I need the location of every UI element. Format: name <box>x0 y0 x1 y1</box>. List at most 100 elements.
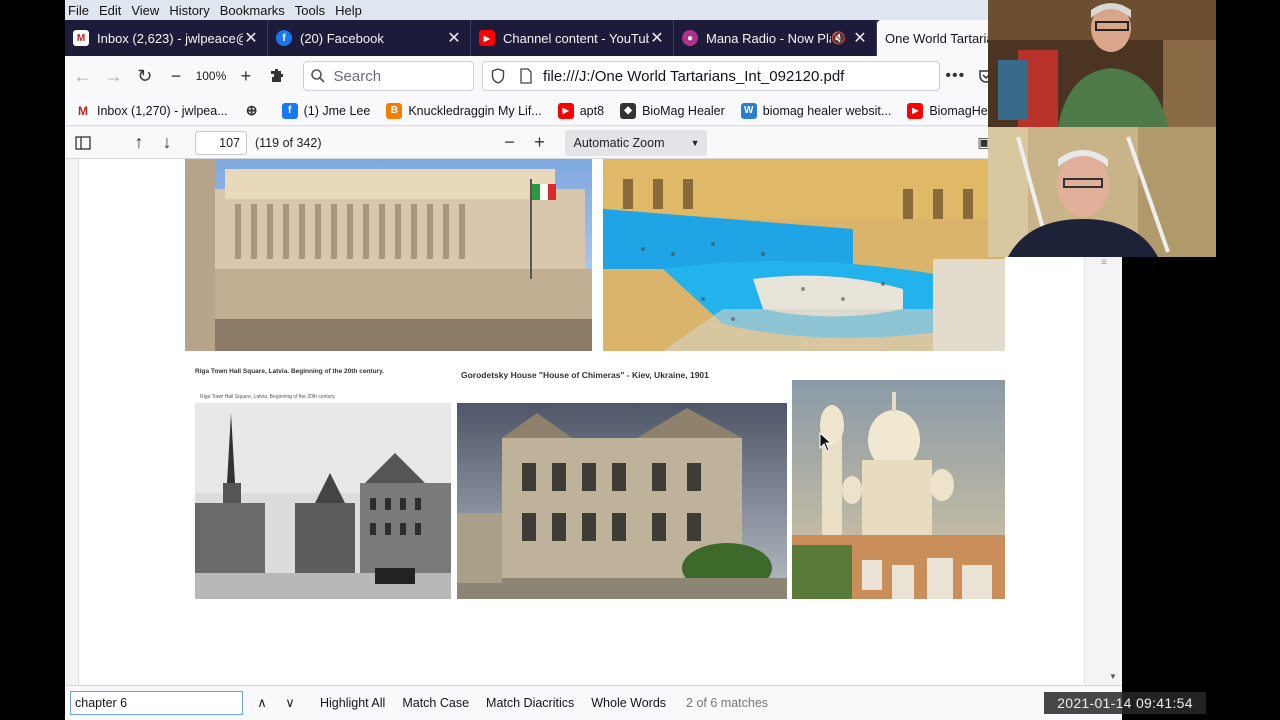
match-case-checkbox[interactable]: Match Case <box>402 696 469 710</box>
menu-bookmarks[interactable]: Bookmarks <box>217 3 292 18</box>
tab-gmail-inbox[interactable]: M Inbox (2,623) - jwlpeace@ ✕ <box>65 20 268 56</box>
find-next-button[interactable]: ∨ <box>277 691 303 715</box>
cube-icon: ◆ <box>620 102 637 119</box>
mute-icon[interactable]: 🔇 <box>831 31 846 45</box>
gmail-icon: M <box>75 102 91 119</box>
riga-caption-small: Riga Town Hall Square, Latvia. Beginning… <box>200 394 336 400</box>
bookmark-knuckledraggin[interactable]: B Knuckledraggin My Lif... <box>386 102 542 119</box>
house-of-chimeras-photo <box>457 403 787 599</box>
back-button[interactable]: ← <box>67 60 98 92</box>
match-diacritics-checkbox[interactable]: Match Diacritics <box>486 696 574 710</box>
find-previous-button[interactable]: ∧ <box>249 691 275 715</box>
riga-caption: Riga Town Hall Square, Latvia. Beginning… <box>195 368 385 375</box>
zoom-out-button[interactable]: − <box>160 60 191 92</box>
thermal-bath-photo <box>603 159 1005 351</box>
facebook-icon: f <box>276 30 292 46</box>
tab-title: Inbox (2,623) - jwlpeace@ <box>97 30 243 46</box>
menu-file[interactable]: File <box>65 3 96 18</box>
bookmark-label: Inbox (1,270) - jwlpea... <box>97 103 228 118</box>
search-placeholder: Search <box>333 67 382 85</box>
close-icon[interactable]: ✕ <box>649 28 665 48</box>
bookmarks-bar: M Inbox (1,270) - jwlpea... ⊕ f (1) Jme … <box>65 96 1122 126</box>
navigation-toolbar: ← → ↻ − 100% + Search file:///J:/One Wor… <box>65 56 1122 96</box>
close-icon[interactable]: ✕ <box>243 28 259 48</box>
blogger-icon: B <box>386 102 403 119</box>
screen-recording: File Edit View History Bookmarks Tools H… <box>0 0 1280 720</box>
bookmark-biomag-healer[interactable]: ◆ BioMag Healer <box>620 102 725 119</box>
mana-radio-icon: ● <box>682 30 698 46</box>
sacre-coeur-photo <box>792 380 1005 599</box>
bookmark-jme-lee[interactable]: f (1) Jme Lee <box>281 102 371 119</box>
bookmark-label: BioMag Healer <box>642 103 725 118</box>
find-bar: chapter 6 ∧ ∨ Highlight All Match Case M… <box>65 685 1122 720</box>
url-bar[interactable]: file:///J:/One World Tartarians_Int_0921… <box>482 61 940 91</box>
extensions-icon[interactable] <box>261 60 292 92</box>
scrollbar-grip-icon[interactable]: ≡ <box>1089 257 1119 271</box>
tab-mana-radio[interactable]: ● Mana Radio - Now Pla 🔇 ✕ <box>674 20 877 56</box>
zoom-select-value: Automatic Zoom <box>573 135 665 150</box>
webcam-feed-top <box>988 0 1216 127</box>
whole-words-checkbox[interactable]: Whole Words <box>591 696 666 710</box>
shield-icon <box>491 68 505 84</box>
zoom-select[interactable]: Automatic Zoom ▼ <box>565 129 708 156</box>
tab-title: Mana Radio - Now Pla <box>706 30 832 46</box>
bookmark-label: Knuckledraggin My Lif... <box>408 103 542 118</box>
tab-bar: M Inbox (2,623) - jwlpeace@ ✕ f (20) Fac… <box>65 20 1122 56</box>
pdf-zoom-out-button[interactable]: − <box>493 127 525 159</box>
zoom-level[interactable]: 100% <box>192 69 231 83</box>
bookmark-label: (1) Jme Lee <box>303 103 371 118</box>
tab-facebook[interactable]: f (20) Facebook ✕ <box>268 20 471 56</box>
search-input[interactable]: Search <box>302 61 475 91</box>
facebook-icon: f <box>281 102 298 119</box>
more-actions-icon[interactable]: ••• <box>940 60 971 92</box>
youtube-icon: ▶ <box>557 102 574 119</box>
page-number-input[interactable]: 107 <box>195 130 247 155</box>
sidebar-toggle-icon[interactable] <box>67 127 99 159</box>
riga-town-hall-photo <box>195 403 451 599</box>
gmail-icon: M <box>73 30 89 46</box>
reload-button[interactable]: ↻ <box>129 60 160 92</box>
menu-history[interactable]: History <box>166 3 216 18</box>
bookmark-label: apt8 <box>579 103 605 118</box>
close-icon[interactable]: ✕ <box>852 28 868 48</box>
word-icon: W <box>740 102 757 119</box>
menu-help[interactable]: Help <box>332 3 369 18</box>
url-text: file:///J:/One World Tartarians_Int_0921… <box>543 67 845 85</box>
menu-tools[interactable]: Tools <box>292 3 332 18</box>
gorodetsky-caption: Gorodetsky House "House of Chimeras" - K… <box>461 370 709 380</box>
zoom-in-button[interactable]: + <box>230 60 261 92</box>
next-page-button[interactable]: ↓ <box>151 127 183 159</box>
find-input[interactable]: chapter 6 <box>70 691 243 715</box>
page-icon <box>520 68 532 84</box>
menu-bar: File Edit View History Bookmarks Tools H… <box>65 0 1122 20</box>
firefox-window: File Edit View History Bookmarks Tools H… <box>65 0 1122 720</box>
tab-title: Channel content - YouTub <box>503 30 649 46</box>
scroll-down-arrow-icon[interactable]: ▼ <box>1109 672 1117 681</box>
bookmark-globe[interactable]: ⊕ <box>244 102 266 119</box>
menu-edit[interactable]: Edit <box>96 3 128 18</box>
recording-timestamp: 2021-01-14 09:41:54 <box>1044 692 1206 714</box>
chevron-down-icon: ▼ <box>690 137 700 148</box>
highlight-all-checkbox[interactable]: Highlight All <box>320 696 385 710</box>
forward-button[interactable]: → <box>98 60 129 92</box>
viewer-gutter <box>65 159 79 685</box>
tab-title: (20) Facebook <box>300 30 384 46</box>
close-icon[interactable]: ✕ <box>446 28 462 48</box>
pdf-viewer[interactable]: Riga Town Hall Square, Latvia. Beginning… <box>65 159 1122 685</box>
bookmark-biomag-website[interactable]: W biomag healer websit... <box>740 102 892 119</box>
page-count: (119 of 342) <box>255 135 322 150</box>
pdf-toolbar: ↑ ↓ 107 (119 of 342) − + Automatic Zoom … <box>65 127 1122 159</box>
menu-view[interactable]: View <box>128 3 166 18</box>
vittoriano-photo <box>185 159 592 351</box>
tab-youtube-channel[interactable]: ▶ Channel content - YouTub ✕ <box>471 20 674 56</box>
webcam-feed-bottom <box>988 127 1216 257</box>
globe-icon: ⊕ <box>245 102 258 118</box>
bookmark-label: biomag healer websit... <box>762 103 892 118</box>
youtube-icon: ▶ <box>479 30 495 46</box>
bookmark-apt8[interactable]: ▶ apt8 <box>557 102 605 119</box>
search-icon <box>310 69 325 83</box>
youtube-icon: ▶ <box>907 102 924 119</box>
match-count: 2 of 6 matches <box>686 696 769 710</box>
pdf-zoom-in-button[interactable]: + <box>523 127 555 159</box>
bookmark-gmail-inbox[interactable]: M Inbox (1,270) - jwlpea... <box>75 102 228 119</box>
